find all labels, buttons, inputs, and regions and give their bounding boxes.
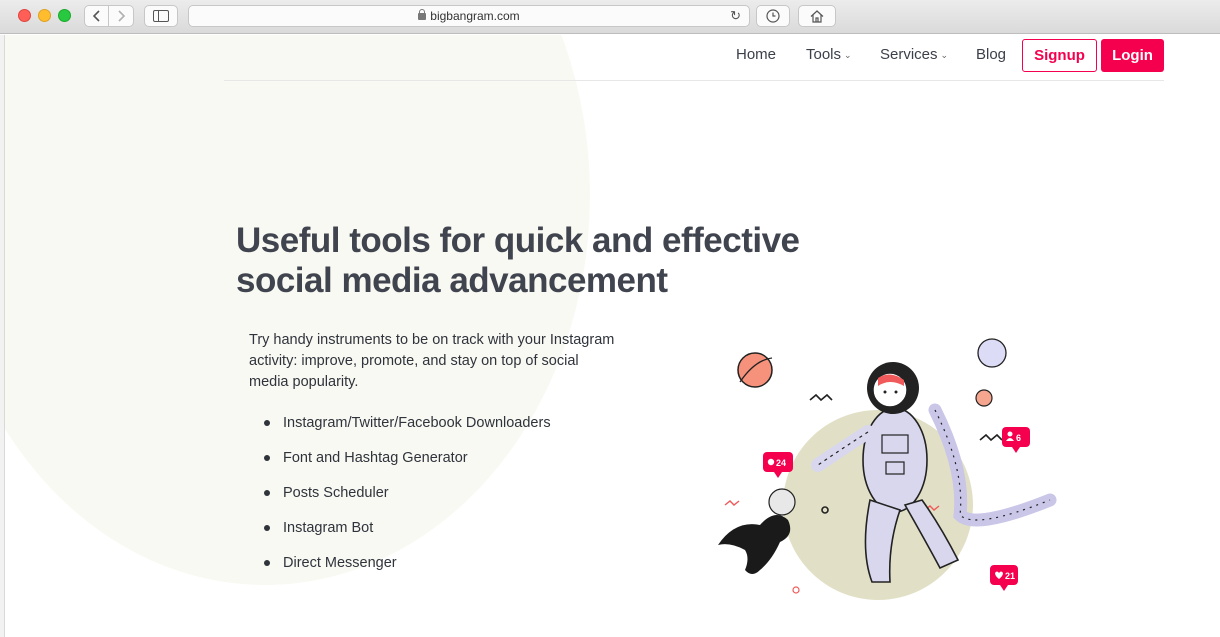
like-count: 21	[1005, 571, 1015, 581]
zoom-window-button[interactable]	[58, 9, 71, 22]
astronaut-illustration: 24 6 21	[718, 338, 1057, 600]
lavender-moon	[977, 338, 1007, 368]
feature-list: Instagram/Twitter/Facebook Downloaders F…	[264, 413, 551, 588]
comment-count: 24	[776, 458, 786, 468]
hero-title: Useful tools for quick and effective soc…	[236, 221, 896, 301]
clock-icon	[766, 9, 780, 23]
orange-planet	[737, 352, 773, 388]
hero-description: Try handy instruments to be on track wit…	[249, 332, 615, 390]
nav-tools-dropdown[interactable]: Tools ⌄	[806, 46, 852, 63]
minimize-window-button[interactable]	[38, 9, 51, 22]
signup-button[interactable]: Signup	[1022, 39, 1097, 72]
forward-button[interactable]	[109, 5, 134, 27]
home-icon	[810, 9, 824, 23]
feature-item: Posts Scheduler	[264, 483, 551, 518]
home-button[interactable]	[798, 5, 836, 27]
astronaut-torso	[862, 407, 928, 513]
sidebar-toggle-button[interactable]	[144, 5, 178, 27]
main-navigation: Home Tools ⌄ Services ⌄ Blog Signup Login	[224, 35, 1164, 81]
feature-item: Font and Hashtag Generator	[264, 448, 551, 483]
chevron-down-icon: ⌄	[940, 50, 949, 60]
nav-tools-label: Tools	[806, 46, 842, 63]
hero-title-line-1: Useful tools for quick and effective	[236, 221, 800, 260]
feature-item: Instagram Bot	[264, 518, 551, 553]
feature-item: Instagram/Twitter/Facebook Downloaders	[264, 413, 551, 448]
login-button[interactable]: Login	[1101, 39, 1164, 72]
background-window-edge	[0, 35, 5, 637]
chevron-left-icon	[92, 10, 100, 22]
history-button[interactable]	[756, 5, 790, 27]
web-page: Home Tools ⌄ Services ⌄ Blog Signup Login …	[0, 35, 1220, 637]
chevron-right-icon	[118, 10, 125, 22]
cat-helmet	[768, 488, 796, 516]
address-bar[interactable]: bigbangram.com ↻	[188, 5, 750, 27]
reload-icon[interactable]: ↻	[730, 8, 741, 24]
hero-title-line-2: social media advancement	[236, 261, 668, 300]
lock-icon	[418, 9, 427, 20]
url-text: bigbangram.com	[430, 9, 520, 23]
nav-services-label: Services	[880, 46, 938, 63]
browser-toolbar: bigbangram.com ↻	[0, 0, 1220, 34]
feature-item: Direct Messenger	[264, 553, 551, 588]
like-badge: 21	[990, 565, 1018, 591]
nav-home-link[interactable]: Home	[736, 46, 776, 63]
chevron-down-icon: ⌄	[844, 50, 852, 60]
sidebar-icon	[153, 10, 169, 22]
black-cat	[718, 515, 791, 574]
back-button[interactable]	[84, 5, 109, 27]
follower-badge: 6	[1002, 427, 1030, 453]
close-window-button[interactable]	[18, 9, 31, 22]
follower-count: 6	[1016, 433, 1021, 443]
nav-services-dropdown[interactable]: Services ⌄	[880, 46, 948, 63]
nav-blog-link[interactable]: Blog	[976, 46, 1006, 63]
